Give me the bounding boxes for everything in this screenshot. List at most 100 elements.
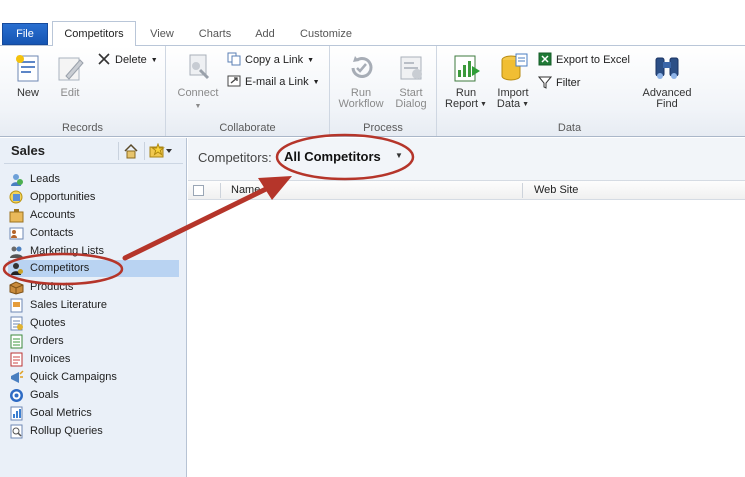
- new-record-icon: [16, 55, 39, 82]
- run-report-label-2: Report ▼: [445, 98, 487, 110]
- email-link-button[interactable]: E-mail a Link ▼: [227, 73, 320, 91]
- new-label: New: [16, 87, 39, 99]
- column-divider[interactable]: [522, 183, 523, 198]
- chevron-down-icon: ▼: [150, 57, 158, 64]
- marketing-lists-icon: [10, 246, 23, 258]
- copy-link-label: Copy a Link: [245, 54, 304, 66]
- nav-item-label: Quick Campaigns: [30, 371, 117, 383]
- excel-icon: [538, 52, 552, 66]
- filter-label: Filter: [556, 77, 581, 89]
- edit-label: Edit: [60, 87, 80, 99]
- nav-item-label: Contacts: [30, 227, 74, 239]
- connect-icon: [189, 54, 210, 80]
- filter-icon: [538, 76, 552, 89]
- import-data-label-2: Data ▼: [496, 98, 530, 110]
- column-header-name[interactable]: Name: [231, 184, 260, 196]
- connect-label: Connect: [177, 87, 219, 99]
- data-group: Run Report ▼ Import Data ▼ Export to Excel…: [437, 46, 702, 136]
- tab-competitors[interactable]: Competitors: [52, 21, 136, 46]
- start-dialog-label-2: Dialog: [395, 98, 427, 110]
- export-to-excel-label: Export to Excel: [556, 54, 630, 66]
- import-data-icon: [501, 53, 528, 81]
- import-data-button[interactable]: Import Data ▼: [491, 52, 535, 110]
- copy-link-icon: [227, 52, 241, 66]
- collaborate-group-label: Collaborate: [219, 122, 276, 134]
- start-dialog-button[interactable]: Start Dialog: [390, 52, 432, 110]
- tab-add[interactable]: Add: [250, 24, 280, 45]
- export-to-excel-button[interactable]: Export to Excel: [538, 51, 630, 69]
- email-link-icon: [227, 75, 241, 87]
- favorites-button[interactable]: [144, 142, 174, 160]
- chevron-down-icon: ▼: [194, 103, 202, 110]
- nav-item-label: Rollup Queries: [30, 425, 103, 437]
- ribbon: New Edit Delete ▼ Records Connect ▼ Copy…: [0, 45, 745, 137]
- competitors-icon: [11, 263, 23, 275]
- edit-button[interactable]: Edit: [52, 52, 88, 99]
- advanced-find-button[interactable]: Advanced Find: [637, 52, 697, 110]
- nav-item-label: Quotes: [30, 317, 66, 329]
- nav-item-accounts[interactable]: Accounts: [8, 207, 179, 224]
- run-report-icon: [454, 55, 480, 82]
- chevron-down-icon: ▼: [307, 57, 315, 64]
- records-group-label: Records: [62, 122, 103, 134]
- nav-item-label: Sales Literature: [30, 299, 108, 311]
- filter-button[interactable]: Filter: [538, 74, 580, 92]
- tab-view[interactable]: View: [145, 24, 179, 45]
- delete-icon: [98, 53, 110, 65]
- goal-metrics-icon: [10, 406, 23, 421]
- tab-customize[interactable]: Customize: [294, 24, 358, 45]
- column-divider[interactable]: [220, 183, 221, 198]
- nav-item-goal-metrics[interactable]: Goal Metrics: [8, 405, 179, 422]
- nav-item-leads[interactable]: Leads: [8, 171, 179, 188]
- nav-item-label: Invoices: [30, 353, 71, 365]
- accounts-icon: [9, 209, 24, 223]
- nav-title: Sales: [11, 143, 45, 158]
- copy-link-button[interactable]: Copy a Link ▼: [227, 51, 314, 69]
- delete-button[interactable]: Delete ▼: [97, 51, 158, 69]
- rollup-queries-icon: [10, 424, 23, 439]
- select-all-checkbox[interactable]: [193, 185, 204, 196]
- run-workflow-button[interactable]: Run Workflow: [334, 52, 388, 110]
- nav-item-contacts[interactable]: Contacts: [8, 225, 179, 242]
- tab-file[interactable]: File: [2, 23, 48, 45]
- nav-item-goals[interactable]: Goals: [8, 387, 179, 404]
- new-button[interactable]: New: [8, 52, 48, 99]
- nav-item-quick-campaigns[interactable]: Quick Campaigns: [8, 369, 179, 386]
- nav-item-label: Competitors: [30, 262, 90, 274]
- email-link-label: E-mail a Link: [245, 76, 309, 88]
- nav-item-rollup-queries[interactable]: Rollup Queries: [8, 423, 179, 440]
- nav-item-label: Marketing Lists: [30, 245, 104, 257]
- nav-item-opportunities[interactable]: Opportunities: [8, 189, 179, 206]
- column-header-web-site[interactable]: Web Site: [534, 184, 578, 196]
- nav-item-sales-literature[interactable]: Sales Literature: [8, 297, 179, 314]
- nav-item-label: Accounts: [30, 209, 76, 221]
- nav-item-products[interactable]: Products: [8, 279, 179, 296]
- nav-item-orders[interactable]: Orders: [8, 333, 179, 350]
- quotes-icon: [10, 316, 23, 331]
- nav-item-quotes[interactable]: Quotes: [8, 315, 179, 332]
- collaborate-group: Connect ▼ Copy a Link ▼ E-mail a Link ▼ Co…: [166, 46, 330, 136]
- contacts-icon: [9, 227, 24, 240]
- leads-icon: [11, 174, 23, 186]
- view-selector[interactable]: All Competitors: [284, 149, 381, 164]
- nav-item-invoices[interactable]: Invoices: [8, 351, 179, 368]
- nav-item-marketing-lists[interactable]: Marketing Lists: [8, 243, 179, 260]
- delete-label: Delete: [115, 54, 147, 66]
- chevron-down-icon[interactable]: ▼: [395, 151, 403, 160]
- tab-charts[interactable]: Charts: [193, 24, 237, 45]
- nav-item-competitors[interactable]: Competitors: [8, 260, 179, 277]
- quick-campaigns-icon: [11, 370, 24, 383]
- nav-item-label: Leads: [30, 173, 60, 185]
- run-report-button[interactable]: Run Report ▼: [442, 52, 490, 110]
- sales-navigation-pane: Sales Leads Opportunities Accounts Conta…: [0, 138, 187, 477]
- home-button[interactable]: [118, 142, 138, 160]
- connect-button[interactable]: Connect ▼: [174, 52, 222, 112]
- opportunities-icon: [9, 190, 23, 204]
- products-icon: [9, 281, 24, 295]
- main-content: Competitors: All Competitors ▼ Name Web …: [188, 138, 745, 477]
- goals-icon: [10, 389, 23, 402]
- advanced-find-label-2: Find: [656, 98, 678, 110]
- data-group-label: Data: [557, 122, 582, 134]
- nav-item-label: Products: [30, 281, 74, 293]
- chevron-down-icon: ▼: [480, 101, 487, 108]
